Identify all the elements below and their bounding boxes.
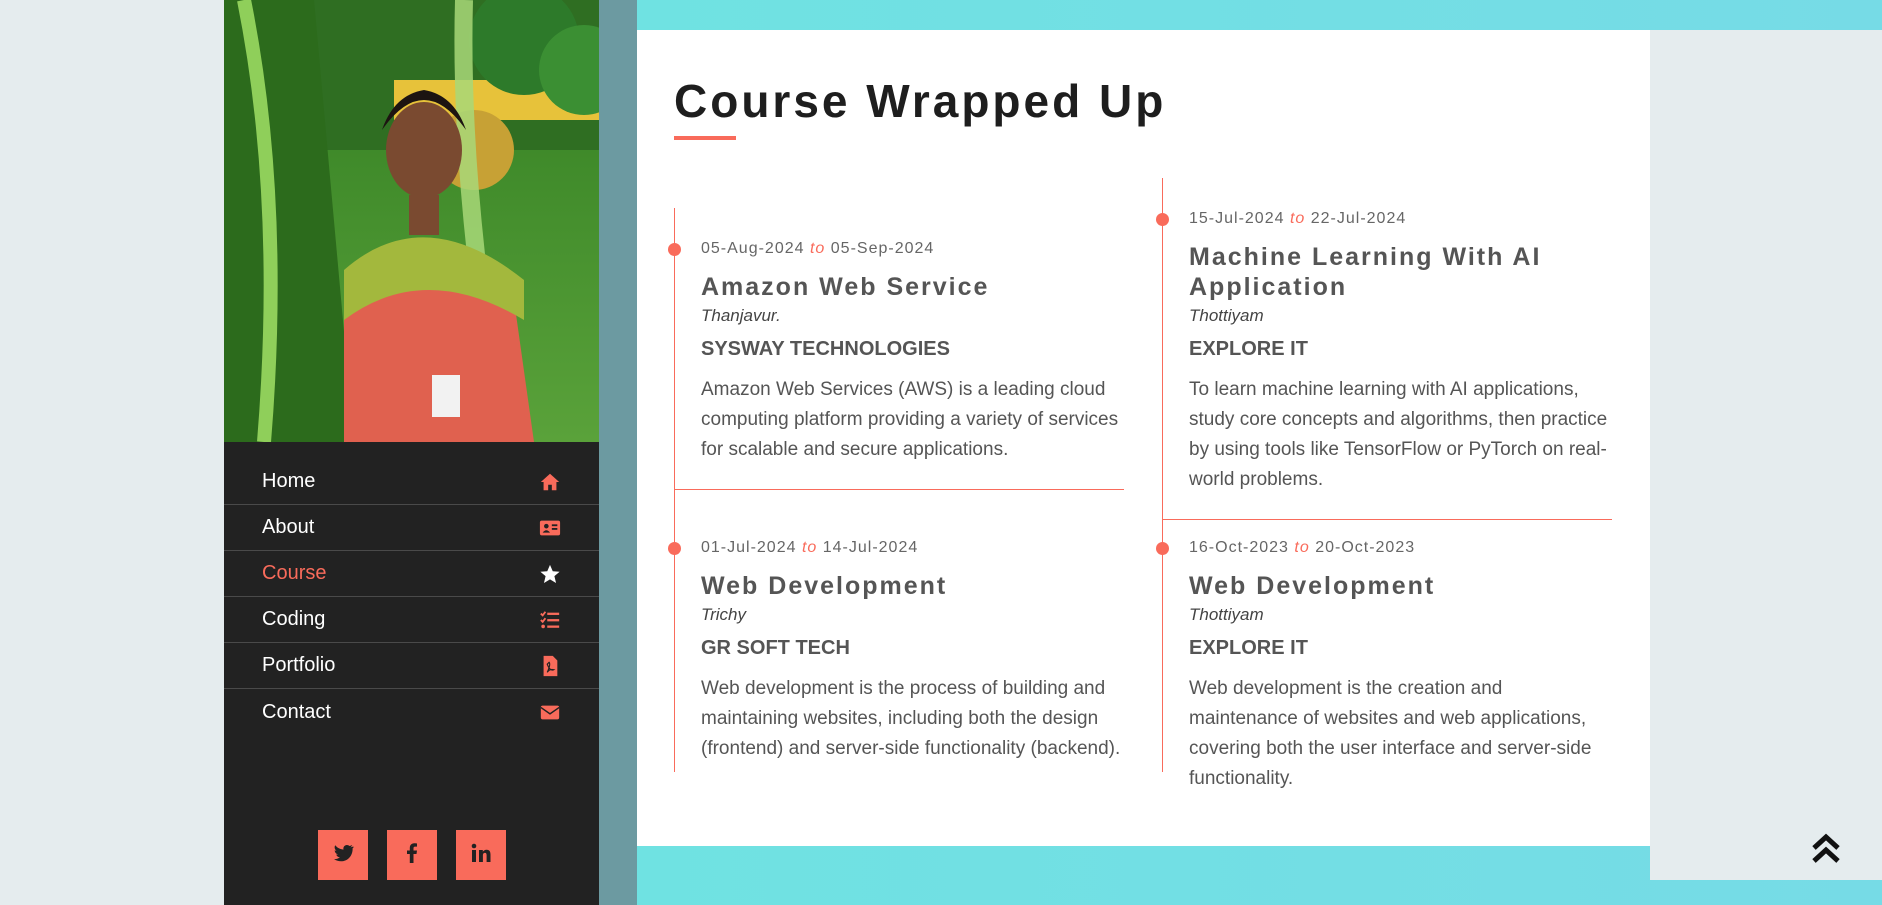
course-name: Amazon Web Service xyxy=(701,273,990,301)
course-location: Trichy xyxy=(701,605,747,624)
course-name: Web Development xyxy=(701,572,948,600)
course-entry: 16-Oct-2023 to 20-Oct-2023 Web Developme… xyxy=(1156,520,1612,789)
start-date: 05-Aug-2024 xyxy=(701,240,805,257)
course-entry: 15-Jul-2024 to 22-Jul-2024 Machine Learn… xyxy=(1156,178,1612,520)
end-date: 20-Oct-2023 xyxy=(1315,539,1416,556)
date-separator: to xyxy=(809,240,826,257)
envelope-icon xyxy=(538,700,562,724)
timeline-dot xyxy=(668,243,681,256)
sidebar: Home About Course Coding Portfolio Conta… xyxy=(224,0,599,905)
nav-item-home[interactable]: Home xyxy=(224,459,599,505)
decor-band-top xyxy=(637,0,1882,30)
linkedin-button[interactable] xyxy=(455,830,506,880)
title-underline xyxy=(674,136,736,140)
list-check-icon xyxy=(538,608,562,632)
page-title: Course Wrapped Up xyxy=(674,75,1167,127)
course-name: Web Development xyxy=(1189,572,1436,600)
social-links xyxy=(224,830,599,880)
nav-label: Contact xyxy=(262,700,331,723)
course-location: Thanjavur. xyxy=(701,306,781,325)
id-card-icon xyxy=(538,516,562,540)
profile-photo xyxy=(224,0,599,442)
course-location: Thottiyam xyxy=(1189,605,1264,624)
course-entry: 05-Aug-2024 to 05-Sep-2024 Amazon Web Se… xyxy=(668,208,1124,490)
end-date: 14-Jul-2024 xyxy=(822,539,919,556)
facebook-button[interactable] xyxy=(386,830,437,880)
star-icon xyxy=(538,562,562,586)
course-dates: 01-Jul-2024 to 14-Jul-2024 xyxy=(701,539,1124,557)
nav-label: Coding xyxy=(262,608,326,630)
course-description: Web development is the process of buildi… xyxy=(701,678,1121,759)
course-description: Amazon Web Services (AWS) is a leading c… xyxy=(701,379,1119,460)
nav-label: Course xyxy=(262,562,327,584)
linkedin-icon xyxy=(469,841,493,870)
file-pdf-icon xyxy=(538,654,562,678)
main-nav: Home About Course Coding Portfolio Conta… xyxy=(224,459,599,735)
timeline-dot xyxy=(1156,213,1169,226)
course-description: Web development is the creation and main… xyxy=(1189,678,1592,789)
nav-item-course[interactable]: Course xyxy=(224,551,599,597)
decor-stripe xyxy=(599,0,637,905)
course-company: EXPLORE IT xyxy=(1189,637,1308,659)
nav-item-portfolio[interactable]: Portfolio xyxy=(224,643,599,689)
course-company: GR SOFT TECH xyxy=(701,637,850,659)
double-chevron-up-icon xyxy=(1811,831,1841,870)
course-location: Thottiyam xyxy=(1189,306,1264,325)
nav-label: Home xyxy=(262,470,316,492)
home-icon xyxy=(538,470,562,494)
course-company: SYSWAY TECHNOLOGIES xyxy=(701,338,950,360)
course-dates: 15-Jul-2024 to 22-Jul-2024 xyxy=(1189,210,1612,228)
course-dates: 05-Aug-2024 to 05-Sep-2024 xyxy=(701,240,1124,258)
nav-item-contact[interactable]: Contact xyxy=(224,689,599,735)
course-company: EXPLORE IT xyxy=(1189,338,1308,360)
scroll-to-top-button[interactable] xyxy=(1808,832,1844,868)
end-date: 05-Sep-2024 xyxy=(830,240,935,257)
facebook-icon xyxy=(400,841,424,870)
timeline-dot xyxy=(668,542,681,555)
date-separator: to xyxy=(1289,210,1306,227)
nav-item-coding[interactable]: Coding xyxy=(224,597,599,643)
right-margin xyxy=(1650,30,1882,880)
course-dates: 16-Oct-2023 to 20-Oct-2023 xyxy=(1189,539,1612,557)
timeline-dot xyxy=(1156,542,1169,555)
end-date: 22-Jul-2024 xyxy=(1310,210,1407,227)
nav-label: About xyxy=(262,516,315,538)
course-entry: 01-Jul-2024 to 14-Jul-2024 Web Developme… xyxy=(668,490,1124,772)
course-section: Course Wrapped Up 05-Aug-2024 to 05-Sep-… xyxy=(637,30,1650,846)
nav-label: Portfolio xyxy=(262,654,336,676)
date-separator: to xyxy=(1294,539,1310,556)
start-date: 15-Jul-2024 xyxy=(1189,210,1285,227)
start-date: 01-Jul-2024 xyxy=(701,539,797,556)
nav-item-about[interactable]: About xyxy=(224,505,599,551)
start-date: 16-Oct-2023 xyxy=(1189,539,1289,556)
course-name: Machine Learning With AI Application xyxy=(1189,243,1542,301)
course-description: To learn machine learning with AI applic… xyxy=(1189,379,1608,490)
twitter-icon xyxy=(331,841,355,870)
date-separator: to xyxy=(801,539,818,556)
twitter-button[interactable] xyxy=(317,830,368,880)
